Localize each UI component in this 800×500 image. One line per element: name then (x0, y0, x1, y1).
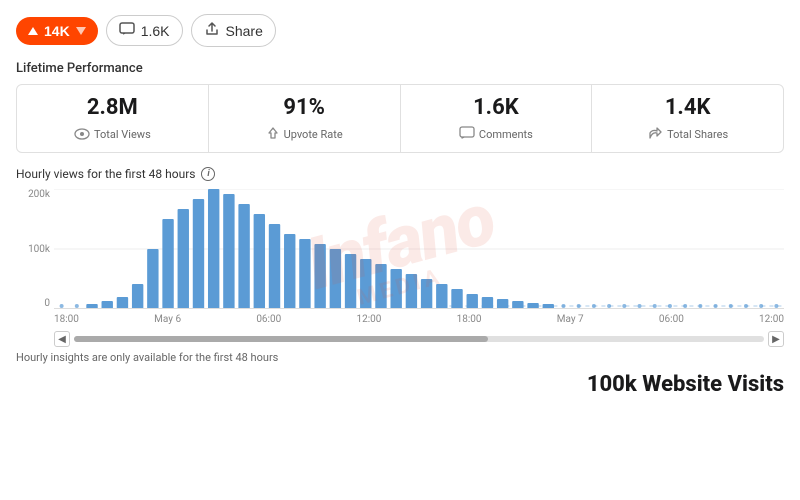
scrollbar-container: ◀ ▶ (16, 331, 784, 347)
chart-title: Hourly views for the first 48 hours (16, 167, 195, 181)
info-icon[interactable]: i (201, 167, 215, 181)
stat-label-comments: Comments (479, 128, 533, 141)
scrollbar-thumb (74, 336, 488, 342)
x-label-1200-1: 12:00 (356, 314, 381, 325)
chart-y-labels: 200k 100k 0 (16, 189, 54, 309)
stat-label-row-upvote: Upvote Rate (223, 125, 386, 144)
stat-value-comments: 1.6K (415, 95, 578, 121)
x-label-may7: May 7 (557, 314, 584, 325)
scroll-left-button[interactable]: ◀ (54, 331, 70, 347)
stat-label-row-shares: Total Shares (606, 125, 769, 144)
chart-container: 200k 100k 0 18:00 May 6 06:00 12:00 18:0… (16, 189, 784, 329)
stat-value-shares: 1.4K (606, 95, 769, 121)
vote-button[interactable]: 14K (16, 17, 98, 45)
stat-label-views: Total Views (94, 128, 151, 141)
x-label-may6: May 6 (154, 314, 181, 325)
stat-value-views: 2.8M (31, 95, 194, 121)
upvote-icon (266, 125, 280, 144)
website-visits-text: 100k Website Visits (587, 372, 784, 397)
x-label-0600-1: 06:00 (256, 314, 281, 325)
chart-title-row: Hourly views for the first 48 hours i (16, 167, 784, 181)
bar-chart-svg (54, 189, 784, 308)
stat-label-upvote: Upvote Rate (284, 128, 343, 141)
bottom-section: 100k Website Visits (16, 372, 784, 397)
comments-icon (459, 125, 475, 144)
share-label: Share (226, 23, 263, 39)
scroll-right-button[interactable]: ▶ (768, 331, 784, 347)
share-icon (204, 21, 220, 40)
chart-x-labels: 18:00 May 6 06:00 12:00 18:00 May 7 06:0… (54, 309, 784, 329)
stat-card-shares: 1.4K Total Shares (592, 85, 783, 152)
y-label-0: 0 (44, 298, 50, 309)
shares-icon (647, 125, 663, 144)
y-label-100k: 100k (28, 244, 50, 255)
scrollbar-track[interactable] (74, 336, 764, 342)
upvote-arrow-icon (28, 27, 38, 35)
comment-icon (119, 22, 135, 39)
comment-button[interactable]: 1.6K (106, 15, 183, 46)
page-wrapper: Infano MEDIA 14K 1.6K Share (0, 0, 800, 500)
chart-area (54, 189, 784, 309)
stat-label-row-comments: Comments (415, 125, 578, 144)
x-label-1200-2: 12:00 (759, 314, 784, 325)
action-bar: 14K 1.6K Share (16, 14, 784, 47)
stat-label-shares: Total Shares (667, 128, 728, 141)
downvote-arrow-icon (76, 27, 86, 35)
lifetime-section-title: Lifetime Performance (16, 61, 784, 76)
comment-count: 1.6K (141, 23, 170, 39)
eye-icon (74, 125, 90, 144)
x-label-1800-2: 18:00 (457, 314, 482, 325)
stat-card-comments: 1.6K Comments (401, 85, 593, 152)
x-label-1800: 18:00 (54, 314, 79, 325)
stats-row: 2.8M Total Views 91% Up (16, 84, 784, 153)
y-label-200k: 200k (28, 189, 50, 200)
stat-card-upvote: 91% Upvote Rate (209, 85, 401, 152)
stat-label-row-views: Total Views (31, 125, 194, 144)
x-label-0600-2: 06:00 (659, 314, 684, 325)
share-button[interactable]: Share (191, 14, 276, 47)
vote-count: 14K (44, 23, 70, 39)
stat-value-upvote: 91% (223, 95, 386, 121)
chart-note: Hourly insights are only available for t… (16, 351, 784, 364)
stat-card-views: 2.8M Total Views (17, 85, 209, 152)
